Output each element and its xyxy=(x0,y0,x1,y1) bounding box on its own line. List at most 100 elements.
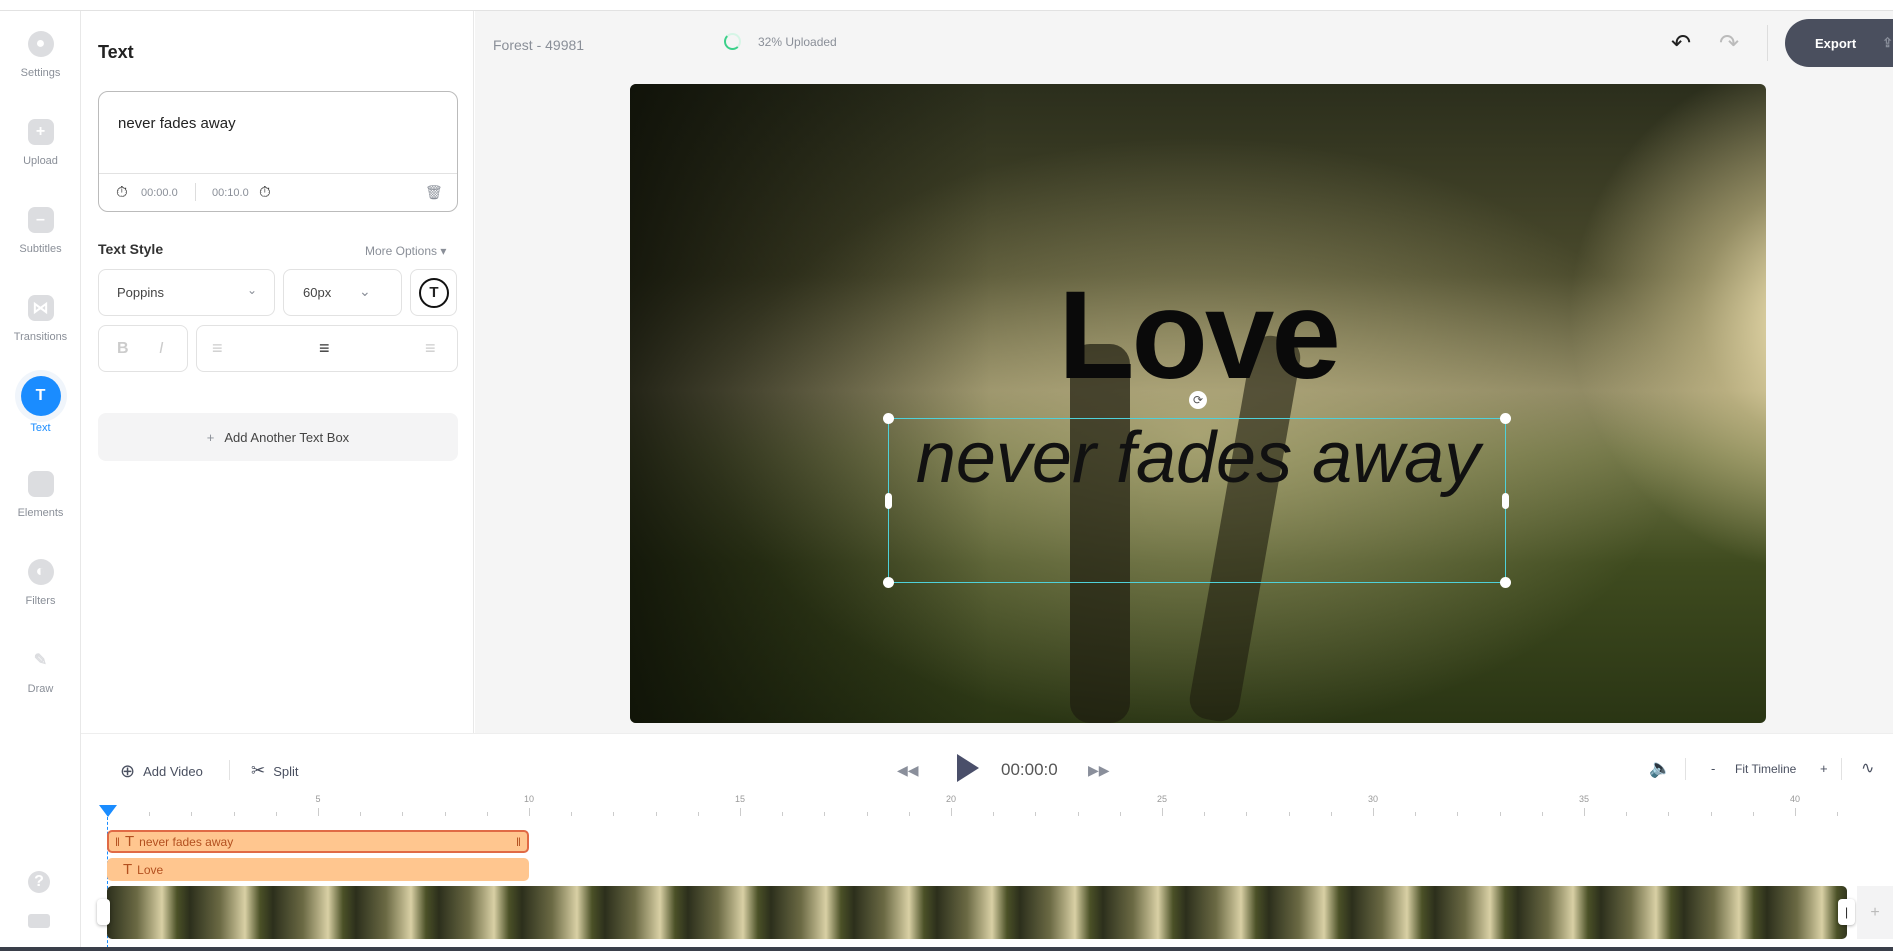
caret-down-icon: ▾ xyxy=(440,244,447,258)
align-left-icon[interactable]: ≡ xyxy=(212,338,223,359)
sidebar-item-upload[interactable]: + Upload xyxy=(0,119,81,167)
selection-box[interactable]: never fades away ⟳ xyxy=(883,391,1511,588)
ruler-tick xyxy=(1710,812,1712,816)
font-value: Poppins xyxy=(117,285,164,300)
top-strip xyxy=(0,0,1893,11)
resize-handle[interactable] xyxy=(1502,493,1509,509)
sidebar-label: Upload xyxy=(23,155,58,167)
ruler-tick xyxy=(740,808,741,816)
trash-icon[interactable]: 🗑 xyxy=(425,184,443,201)
ruler-tick xyxy=(571,812,573,816)
undo-icon[interactable]: ↶ xyxy=(1671,29,1691,58)
add-text-box-button[interactable]: + Add Another Text Box xyxy=(98,413,458,461)
ruler-tick xyxy=(1204,812,1206,816)
stopwatch-icon: ⏱ xyxy=(259,184,271,201)
panel-title: Text xyxy=(98,42,134,62)
export-button[interactable]: Export ⇪ xyxy=(1785,19,1893,67)
text-input[interactable]: never fades away xyxy=(118,115,236,132)
project-name[interactable]: Forest - 49981 xyxy=(493,37,584,53)
trim-handle-right[interactable]: | xyxy=(1838,899,1855,925)
trim-handle-left[interactable] xyxy=(97,899,110,925)
clip-label: never fades away xyxy=(139,834,234,849)
upload-progress-icon xyxy=(724,33,741,50)
current-time: 00:00:0 xyxy=(1001,760,1058,779)
waveform-icon[interactable]: ∿ xyxy=(1861,758,1874,778)
font-select[interactable]: Poppins ⌄ xyxy=(98,269,275,316)
ruler-tick xyxy=(1246,812,1248,816)
align-right-icon[interactable]: ≡ xyxy=(425,338,436,359)
ruler-tick xyxy=(1077,812,1079,816)
sidebar-item-text[interactable]: T Text xyxy=(0,376,81,434)
ruler-label: 40 xyxy=(1789,794,1800,804)
sidebar-item-transitions[interactable]: ⋈ Transitions xyxy=(0,295,81,343)
resize-handle[interactable] xyxy=(885,493,892,509)
fit-timeline-button[interactable]: Fit Timeline xyxy=(1735,762,1796,776)
italic-button[interactable]: I xyxy=(159,340,163,358)
video-canvas[interactable]: Love never fades away ⟳ xyxy=(630,84,1766,723)
plus-circle-icon: ⊕ xyxy=(120,761,136,781)
start-time[interactable]: 00:00.0 xyxy=(141,187,178,199)
chevron-down-icon: ⌄ xyxy=(247,283,258,297)
ruler-tick xyxy=(149,812,151,816)
ruler-tick xyxy=(824,812,826,816)
split-button[interactable]: ✂ Split xyxy=(251,761,299,781)
ruler-tick xyxy=(1752,812,1754,816)
resize-handle[interactable] xyxy=(1500,577,1511,588)
align-center-icon[interactable]: ≡ xyxy=(319,338,330,359)
sidebar-item-filters[interactable]: ◐ Filters xyxy=(0,559,81,607)
sidebar-item-subtitles[interactable]: – Subtitles xyxy=(0,207,81,255)
fast-forward-icon[interactable]: ▶▶ xyxy=(1088,762,1110,779)
volume-icon[interactable]: 🔈 xyxy=(1649,758,1671,779)
zoom-out-button[interactable]: - xyxy=(1711,761,1715,776)
resize-handle[interactable] xyxy=(1500,413,1511,424)
size-select[interactable]: 60px ⌄ xyxy=(283,269,402,316)
resize-handle[interactable] xyxy=(883,577,894,588)
play-icon[interactable] xyxy=(957,754,979,782)
sidebar-item-draw[interactable]: ✎ Draw xyxy=(0,647,81,695)
canvas-subtitle-text[interactable]: never fades away xyxy=(889,417,1507,499)
timeline-ruler[interactable]: 5 10 15 20 25 30 35 40 xyxy=(81,794,1841,818)
sidebar-item-elements[interactable]: Elements xyxy=(0,471,81,519)
drag-handle-icon[interactable]: ‖ xyxy=(516,835,521,849)
ruler-tick xyxy=(1541,812,1543,816)
upload-icon: + xyxy=(27,119,54,145)
text-clip[interactable]: T Love xyxy=(107,858,529,881)
end-time[interactable]: 00:10.0 xyxy=(212,187,249,199)
ruler-tick xyxy=(1330,812,1332,816)
plus-icon: + xyxy=(206,429,215,445)
drag-handle-icon[interactable]: ‖ xyxy=(115,835,120,849)
ruler-tick xyxy=(993,812,995,816)
rewind-icon[interactable]: ◀◀ xyxy=(897,762,919,779)
more-options-dropdown[interactable]: More Options ▾ xyxy=(365,244,446,258)
bold-button[interactable]: B xyxy=(117,340,129,358)
playhead[interactable] xyxy=(99,805,117,817)
redo-icon[interactable]: ↷ xyxy=(1719,29,1739,58)
ruler-tick xyxy=(866,812,868,816)
elements-icon xyxy=(27,471,54,497)
add-clip-button[interactable]: + xyxy=(1857,886,1893,939)
add-video-button[interactable]: ⊕ Add Video xyxy=(120,761,203,782)
sidebar-item-settings[interactable]: ● Settings xyxy=(0,31,81,79)
sidebar-label: Text xyxy=(30,422,51,434)
text-color-button[interactable]: T xyxy=(410,269,457,316)
text-clip[interactable]: ‖ Tnever fades away ‖ xyxy=(107,830,529,853)
rotate-icon[interactable]: ⟳ xyxy=(1189,391,1207,409)
ruler-tick xyxy=(655,812,657,816)
ruler-tick xyxy=(1035,812,1037,816)
canvas-title-text[interactable]: Love xyxy=(630,264,1766,407)
ruler-tick xyxy=(1373,808,1374,816)
zoom-in-button[interactable]: + xyxy=(1820,761,1828,776)
ruler-tick xyxy=(486,812,488,816)
ruler-tick xyxy=(402,812,404,816)
bottom-bar xyxy=(0,947,1893,951)
filters-icon: ◐ xyxy=(27,559,54,585)
settings-icon: ● xyxy=(27,31,54,57)
help-icon[interactable]: ? xyxy=(28,871,50,893)
ruler-tick xyxy=(697,812,699,816)
resize-handle[interactable] xyxy=(883,413,894,424)
ruler-tick xyxy=(318,808,319,816)
video-track[interactable] xyxy=(107,886,1847,939)
text-entry-card: never fades away ⏱ 00:00.0 00:10.0 ⏱ 🗑 xyxy=(98,91,458,212)
text-icon: T xyxy=(20,376,61,416)
keyboard-icon[interactable] xyxy=(28,914,50,928)
